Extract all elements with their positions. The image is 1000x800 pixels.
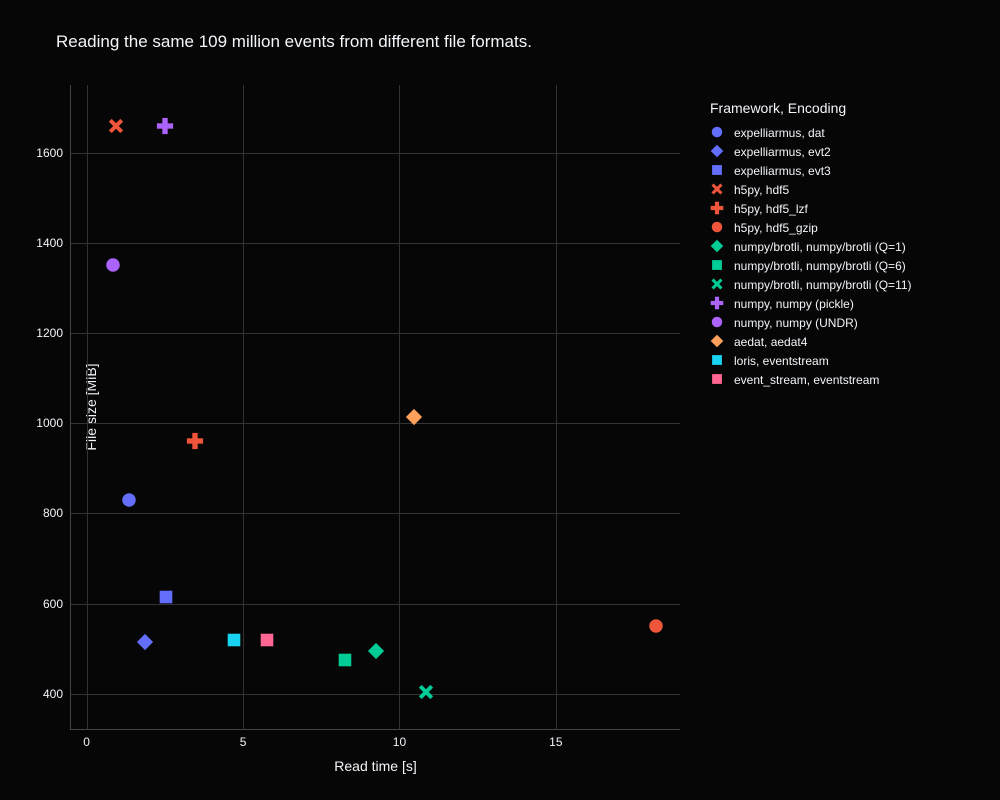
legend-label: expelliarmus, evt3: [734, 162, 831, 181]
data-point[interactable]: [156, 117, 174, 135]
legend-item[interactable]: h5py, hdf5_lzf: [710, 200, 912, 219]
legend-item[interactable]: aedat, aedat4: [710, 333, 912, 352]
gridline-vertical: [399, 85, 400, 729]
y-tick-label: 1000: [36, 416, 63, 430]
legend-label: numpy, numpy (UNDR): [734, 314, 858, 333]
legend-label: numpy/brotli, numpy/brotli (Q=1): [734, 238, 906, 257]
legend-label: expelliarmus, dat: [734, 124, 825, 143]
circle-icon: [710, 315, 726, 331]
legend-item[interactable]: loris, eventstream: [710, 352, 912, 371]
legend-label: loris, eventstream: [734, 352, 829, 371]
circle-icon: [710, 220, 726, 236]
data-point[interactable]: [417, 683, 435, 701]
legend-label: numpy, numpy (pickle): [734, 295, 854, 314]
legend-item[interactable]: numpy/brotli, numpy/brotli (Q=11): [710, 276, 912, 295]
data-point[interactable]: [647, 617, 665, 635]
square-icon: [710, 353, 726, 369]
legend-item[interactable]: h5py, hdf5_gzip: [710, 219, 912, 238]
data-point[interactable]: [120, 491, 138, 509]
legend-item[interactable]: numpy/brotli, numpy/brotli (Q=6): [710, 257, 912, 276]
x-icon: [710, 182, 726, 198]
plot-area: File size [MiB] Read time [s] 0510154006…: [70, 85, 680, 730]
y-tick-label: 1600: [36, 146, 63, 160]
x-icon: [710, 277, 726, 293]
data-point[interactable]: [104, 256, 122, 274]
x-tick-label: 0: [83, 735, 90, 749]
x-tick-label: 15: [549, 735, 562, 749]
legend-label: h5py, hdf5_lzf: [734, 200, 808, 219]
y-tick-label: 1400: [36, 236, 63, 250]
plus-icon: [710, 296, 726, 312]
legend-item[interactable]: numpy, numpy (pickle): [710, 295, 912, 314]
gridline-horizontal: [71, 513, 680, 514]
diamond-icon: [710, 334, 726, 350]
y-tick-label: 800: [43, 506, 63, 520]
data-point[interactable]: [136, 633, 154, 651]
legend-item[interactable]: expelliarmus, evt2: [710, 143, 912, 162]
gridline-horizontal: [71, 333, 680, 334]
data-point[interactable]: [186, 432, 204, 450]
legend-label: numpy/brotli, numpy/brotli (Q=11): [734, 276, 912, 295]
y-tick-label: 600: [43, 597, 63, 611]
data-point[interactable]: [107, 117, 125, 135]
y-tick-label: 400: [43, 687, 63, 701]
data-point[interactable]: [367, 642, 385, 660]
legend: Framework, Encoding expelliarmus, datexp…: [710, 98, 912, 390]
square-icon: [710, 258, 726, 274]
plus-icon: [710, 201, 726, 217]
legend-label: expelliarmus, evt2: [734, 143, 831, 162]
square-icon: [710, 372, 726, 388]
circle-icon: [710, 125, 726, 141]
legend-item[interactable]: expelliarmus, evt3: [710, 162, 912, 181]
legend-label: h5py, hdf5_gzip: [734, 219, 818, 238]
gridline-horizontal: [71, 153, 680, 154]
legend-title: Framework, Encoding: [710, 98, 912, 120]
data-point[interactable]: [157, 588, 175, 606]
gridline-vertical: [87, 85, 88, 729]
legend-item[interactable]: h5py, hdf5: [710, 181, 912, 200]
gridline-horizontal: [71, 243, 680, 244]
gridline-vertical: [243, 85, 244, 729]
square-icon: [710, 163, 726, 179]
gridline-horizontal: [71, 694, 680, 695]
legend-item[interactable]: numpy, numpy (UNDR): [710, 314, 912, 333]
x-axis-label: Read time [s]: [334, 758, 416, 774]
legend-item[interactable]: numpy/brotli, numpy/brotli (Q=1): [710, 238, 912, 257]
legend-item[interactable]: expelliarmus, dat: [710, 124, 912, 143]
legend-label: event_stream, eventstream: [734, 371, 879, 390]
data-point[interactable]: [225, 631, 243, 649]
legend-item[interactable]: event_stream, eventstream: [710, 371, 912, 390]
legend-label: aedat, aedat4: [734, 333, 807, 352]
y-axis-label: File size [MiB]: [83, 363, 99, 450]
legend-label: h5py, hdf5: [734, 181, 789, 200]
diamond-icon: [710, 144, 726, 160]
y-tick-label: 1200: [36, 326, 63, 340]
legend-label: numpy/brotli, numpy/brotli (Q=6): [734, 257, 906, 276]
gridline-horizontal: [71, 423, 680, 424]
gridline-vertical: [556, 85, 557, 729]
chart-title: Reading the same 109 million events from…: [56, 32, 532, 52]
diamond-icon: [710, 239, 726, 255]
data-point[interactable]: [258, 631, 276, 649]
x-tick-label: 5: [240, 735, 247, 749]
data-point[interactable]: [405, 408, 423, 426]
x-tick-label: 10: [393, 735, 406, 749]
data-point[interactable]: [336, 651, 354, 669]
